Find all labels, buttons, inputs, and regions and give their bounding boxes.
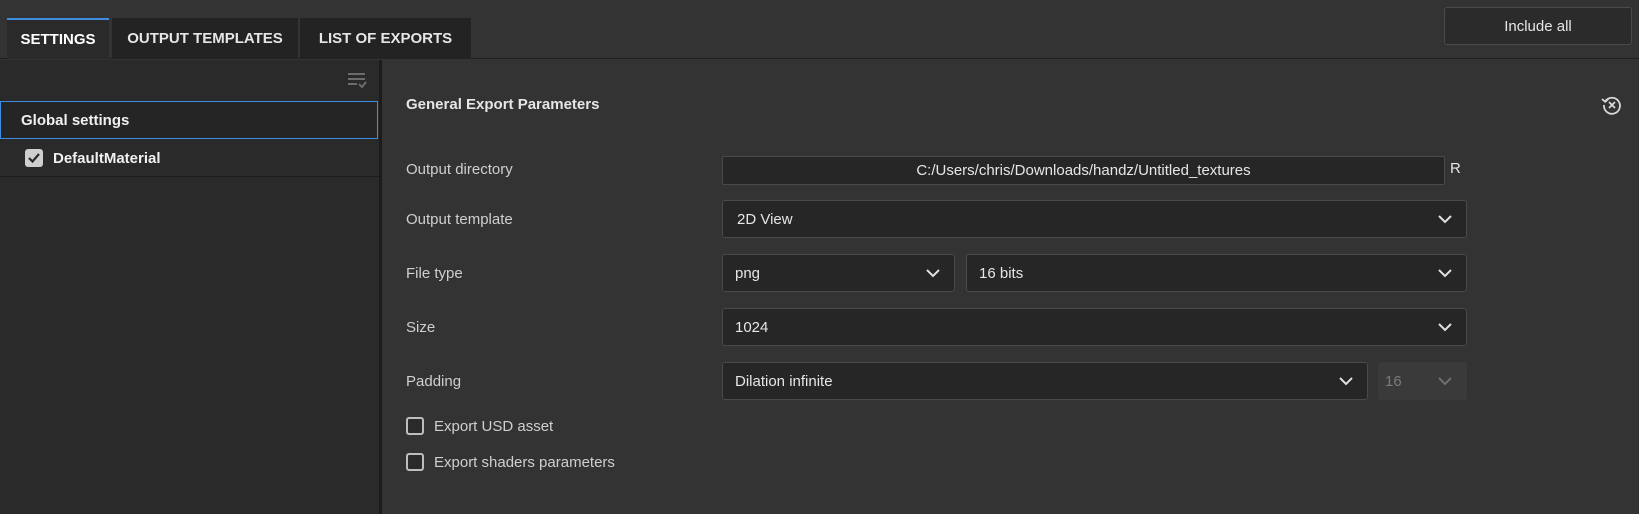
file-format-value: png: [735, 264, 761, 282]
output-directory-label: Output directory: [406, 161, 513, 178]
panel-divider[interactable]: [379, 60, 382, 514]
output-template-label: Output template: [406, 211, 513, 228]
export-shaders-label: Export shaders parameters: [434, 453, 615, 471]
padding-value: Dilation infinite: [735, 372, 833, 390]
export-shaders-option[interactable]: Export shaders parameters: [406, 453, 615, 471]
include-all-button[interactable]: Include all: [1444, 7, 1632, 45]
padding-label: Padding: [406, 373, 462, 390]
export-usd-label: Export USD asset: [434, 417, 554, 435]
padding-select[interactable]: Dilation infinite: [722, 362, 1368, 400]
padding-amount-value: 16: [1385, 372, 1402, 390]
tab-list-of-exports[interactable]: LIST OF EXPORTS: [300, 18, 471, 59]
chevron-down-icon: [1339, 377, 1353, 386]
chevron-down-icon: [1438, 323, 1452, 332]
padding-amount-select: 16: [1378, 362, 1467, 400]
bit-depth-select[interactable]: 16 bits: [966, 254, 1467, 292]
chevron-down-icon: [926, 269, 940, 278]
sidebar-item-label: Global settings: [21, 111, 130, 129]
checkmark-icon: [28, 153, 40, 164]
reset-settings-icon[interactable]: [1600, 93, 1624, 117]
sidebar-item-label: DefaultMaterial: [53, 149, 161, 167]
export-usd-option[interactable]: Export USD asset: [406, 417, 553, 435]
file-type-label: File type: [406, 265, 463, 282]
filter-list-icon[interactable]: [346, 70, 368, 92]
chevron-down-icon: [1438, 377, 1452, 386]
sidebar-item-global-settings[interactable]: Global settings: [0, 101, 378, 139]
sidebar-item-default-material[interactable]: DefaultMaterial: [0, 140, 379, 177]
output-directory-value: C:/Users/chris/Downloads/handz/Untitled_…: [916, 162, 1251, 179]
chevron-down-icon: [1438, 269, 1452, 278]
size-label: Size: [406, 319, 436, 336]
tab-settings[interactable]: SETTINGS: [7, 18, 109, 59]
output-template-select[interactable]: 2D View: [722, 200, 1467, 238]
tab-output-templates[interactable]: OUTPUT TEMPLATES: [112, 18, 298, 59]
material-checkbox[interactable]: [25, 149, 43, 167]
size-value: 1024: [735, 318, 769, 336]
size-select[interactable]: 1024: [722, 308, 1467, 346]
output-directory-reset-button[interactable]: R: [1450, 160, 1461, 177]
chevron-down-icon: [1438, 215, 1452, 224]
section-title: General Export Parameters: [406, 96, 600, 113]
export-usd-checkbox[interactable]: [406, 417, 424, 435]
output-template-value: 2D View: [737, 210, 793, 228]
output-directory-field[interactable]: C:/Users/chris/Downloads/handz/Untitled_…: [722, 156, 1445, 185]
file-format-select[interactable]: png: [722, 254, 955, 292]
export-shaders-checkbox[interactable]: [406, 453, 424, 471]
bit-depth-value: 16 bits: [979, 264, 1024, 282]
